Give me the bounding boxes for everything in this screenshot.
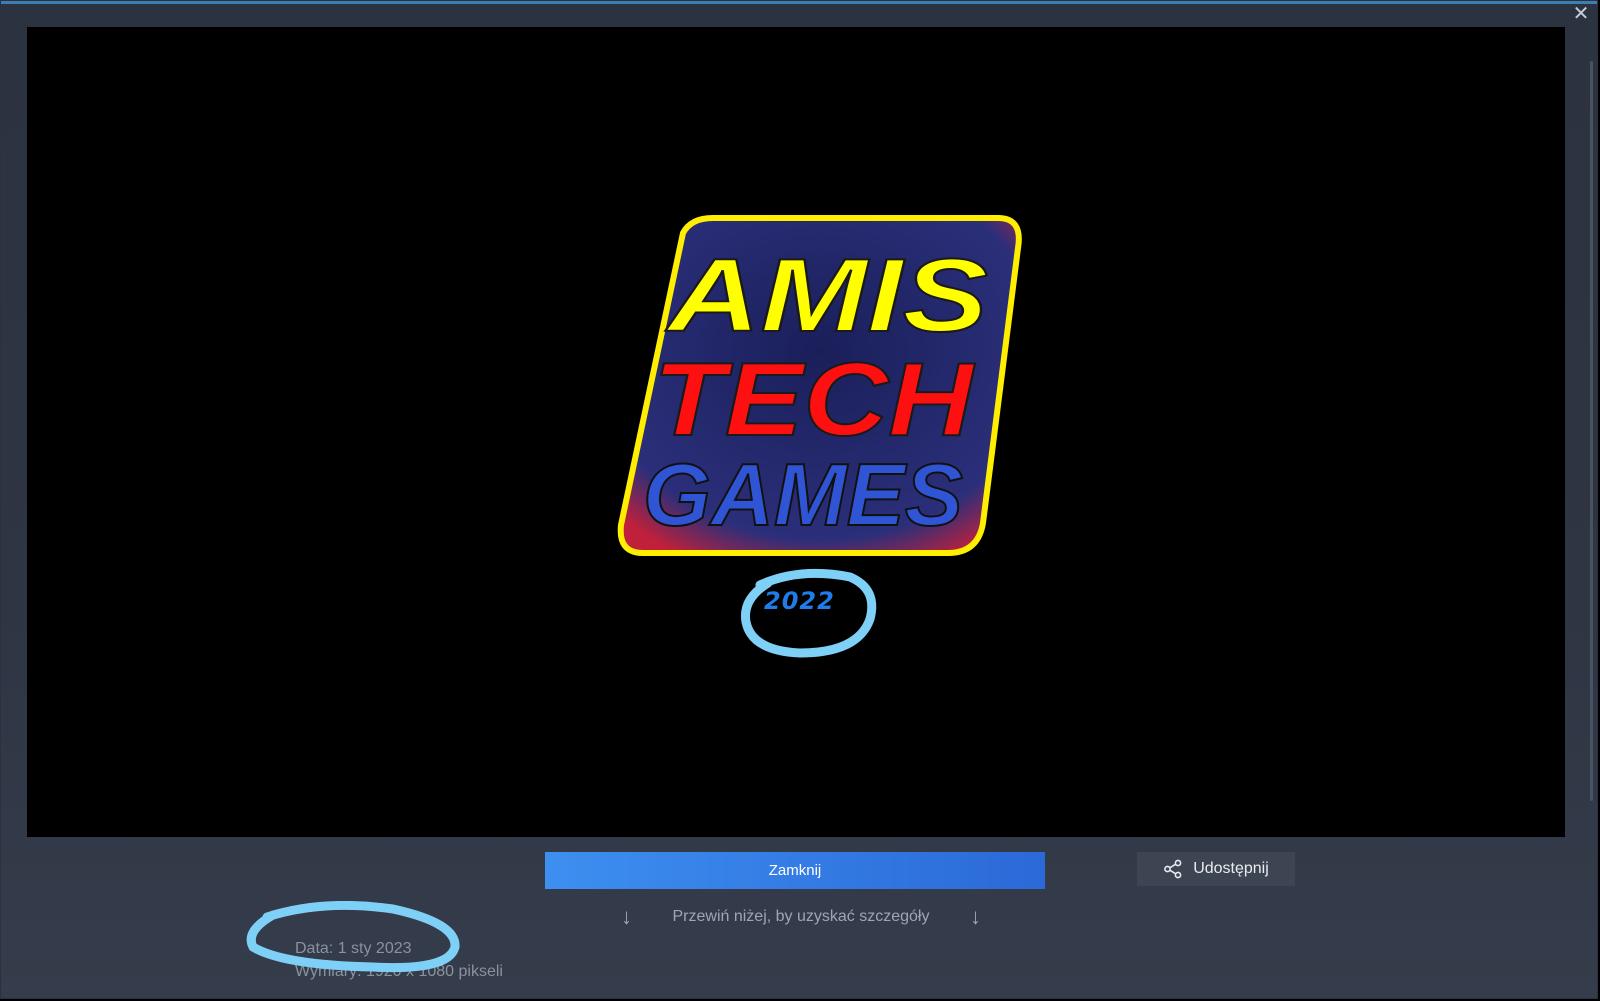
logo-line-games: GAMES [643,445,963,544]
amis-tech-games-logo: AMIS TECH GAMES [613,213,1033,563]
logo-line-tech: TECH [653,342,975,458]
year-annotation-circle [740,568,877,658]
screenshot-viewer-window: ✕ AMIS TECH GAMES 2022 Zamknij Udostępni… [0,0,1598,999]
share-icon [1164,859,1182,879]
arrow-down-icon: ↓ [621,904,632,929]
screenshot-image: AMIS TECH GAMES 2022 [27,27,1565,837]
scroll-hint-text: Przewiń niżej, by uzyskać szczegóły [672,908,930,925]
date-annotation-circle [246,901,460,973]
share-button[interactable]: Udostępnij [1137,852,1295,886]
close-button[interactable]: Zamknij [545,852,1045,889]
logo-line-amis: AMIS [664,238,988,354]
close-icon[interactable]: ✕ [1571,4,1591,24]
window-top-accent [1,1,1597,4]
arrow-down-icon: ↓ [969,904,981,929]
share-label: Udostępnij [1193,860,1269,877]
scroll-hint[interactable]: ↓ Przewiń niżej, by uzyskać szczegóły ↓ [621,904,981,929]
scrollbar[interactable] [1590,61,1593,801]
